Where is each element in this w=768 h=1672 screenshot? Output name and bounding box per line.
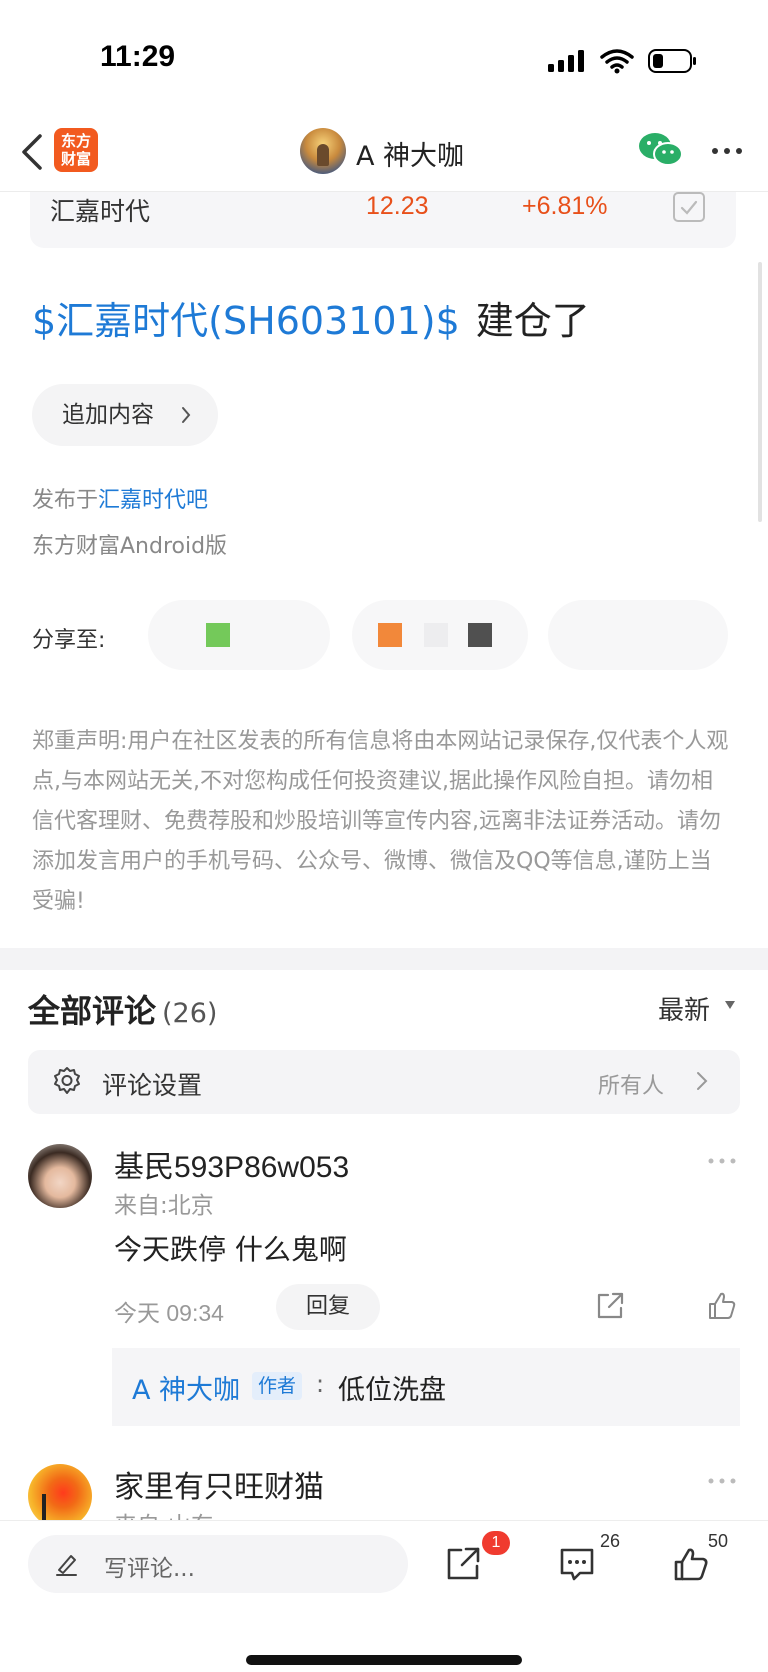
author-avatar[interactable]: [300, 128, 346, 174]
chevron-right-icon: [697, 1072, 708, 1090]
comment-text: 今天跌停 什么鬼啊: [114, 1233, 347, 1266]
section-divider: [0, 948, 768, 970]
forum-link[interactable]: 汇嘉时代吧: [98, 488, 208, 513]
stock-change: +6.81%: [522, 192, 608, 220]
more-options-icon[interactable]: [706, 1156, 738, 1166]
published-prefix: 发布于: [32, 488, 99, 513]
share-label: 分享至:: [32, 628, 106, 653]
reply-text: 低位洗盘: [338, 1375, 446, 1406]
reply-author-name[interactable]: A 神大咖: [132, 1368, 240, 1407]
stock-name: 汇嘉时代: [50, 197, 151, 226]
stock-card[interactable]: 汇嘉时代 12.23 +6.81%: [30, 192, 736, 248]
back-chevron-icon[interactable]: [14, 130, 50, 174]
share-option-2[interactable]: [352, 600, 528, 670]
bottom-action-bar: 写评论... 1 26 50: [0, 1520, 768, 1672]
commenter-avatar[interactable]: [28, 1144, 92, 1208]
commenter-name[interactable]: 基民593P86w053: [114, 1142, 349, 1186]
comment-placeholder: 写评论...: [104, 1556, 195, 1582]
add-content-button[interactable]: 追加内容: [32, 384, 218, 446]
comments-header: 全部评论 (26): [28, 986, 217, 1032]
share-icon[interactable]: [594, 1290, 626, 1322]
author-name[interactable]: A 神大咖: [356, 134, 464, 173]
sort-dropdown[interactable]: 最新: [658, 990, 710, 1027]
disclaimer-text: 郑重声明:用户在社区发表的所有信息将由本网站记录保存,仅代表个人观点,与本网站无…: [32, 729, 729, 914]
add-content-label: 追加内容: [62, 402, 154, 428]
status-time: 11:29: [100, 40, 176, 73]
post-text: 建仓了: [475, 299, 590, 343]
comment-settings-row[interactable]: 评论设置 所有人: [28, 1050, 740, 1114]
comment-settings-value: 所有人: [598, 1074, 665, 1099]
checkbox-icon[interactable]: [672, 192, 706, 224]
gear-icon: [54, 1067, 80, 1094]
more-options-icon[interactable]: [710, 138, 744, 164]
thumbs-up-icon[interactable]: [672, 1545, 710, 1583]
chevron-right-icon: [182, 407, 191, 423]
thumbs-up-icon[interactable]: [706, 1290, 738, 1322]
pencil-icon: [56, 1555, 77, 1576]
share-green-icon: [206, 623, 230, 647]
share-badge: 1: [482, 1531, 510, 1555]
published-in: 发布于汇嘉时代吧: [32, 482, 208, 514]
comment-count: 26: [600, 1531, 621, 1551]
share-option-3[interactable]: [548, 600, 728, 670]
scroll-indicator: [758, 262, 762, 522]
stock-price: 12.23: [366, 192, 429, 220]
share-option-1[interactable]: [148, 600, 330, 670]
comment-icon[interactable]: [558, 1545, 596, 1583]
comment-time: 今天 09:34: [114, 1300, 224, 1326]
comments-title: 全部评论: [28, 992, 157, 1030]
wechat-icon[interactable]: [638, 130, 684, 170]
app-logo-line2: 财富: [60, 150, 91, 168]
cellular-signal-icon: [548, 50, 584, 72]
app-logo[interactable]: 东方 财富: [54, 128, 98, 172]
reply-colon: :: [316, 1370, 325, 1398]
author-reply[interactable]: A 神大咖 作者 : 低位洗盘: [112, 1348, 740, 1426]
home-indicator[interactable]: [246, 1655, 522, 1665]
commenter-name[interactable]: 家里有只旺财猫: [114, 1462, 324, 1506]
more-options-icon[interactable]: [706, 1476, 738, 1486]
share-icon[interactable]: [444, 1545, 482, 1583]
client-info: 东方财富Android版: [32, 534, 228, 559]
post-stock-link[interactable]: $汇嘉时代(SH603101)$: [32, 299, 460, 343]
comments-count: (26): [162, 998, 218, 1029]
post-content: $汇嘉时代(SH603101)$ 建仓了: [32, 290, 590, 345]
status-bar: 11:29: [0, 0, 768, 112]
comment-input[interactable]: 写评论...: [28, 1535, 408, 1593]
share-dark-icon: [468, 623, 492, 647]
reply-button[interactable]: 回复: [276, 1284, 380, 1330]
author-badge: 作者: [252, 1372, 303, 1400]
comment-settings-label: 评论设置: [102, 1071, 203, 1100]
share-gray-icon: [424, 623, 448, 647]
wifi-icon: [600, 49, 634, 74]
like-count: 50: [708, 1531, 729, 1551]
battery-icon: [648, 49, 696, 73]
app-logo-line1: 东方: [60, 132, 91, 150]
share-orange-icon: [378, 623, 402, 647]
nav-bar: 东方 财富 A 神大咖: [0, 112, 768, 192]
triangle-down-icon[interactable]: [724, 1000, 736, 1010]
commenter-avatar[interactable]: [28, 1464, 92, 1528]
commenter-location: 来自:北京: [114, 1193, 214, 1219]
